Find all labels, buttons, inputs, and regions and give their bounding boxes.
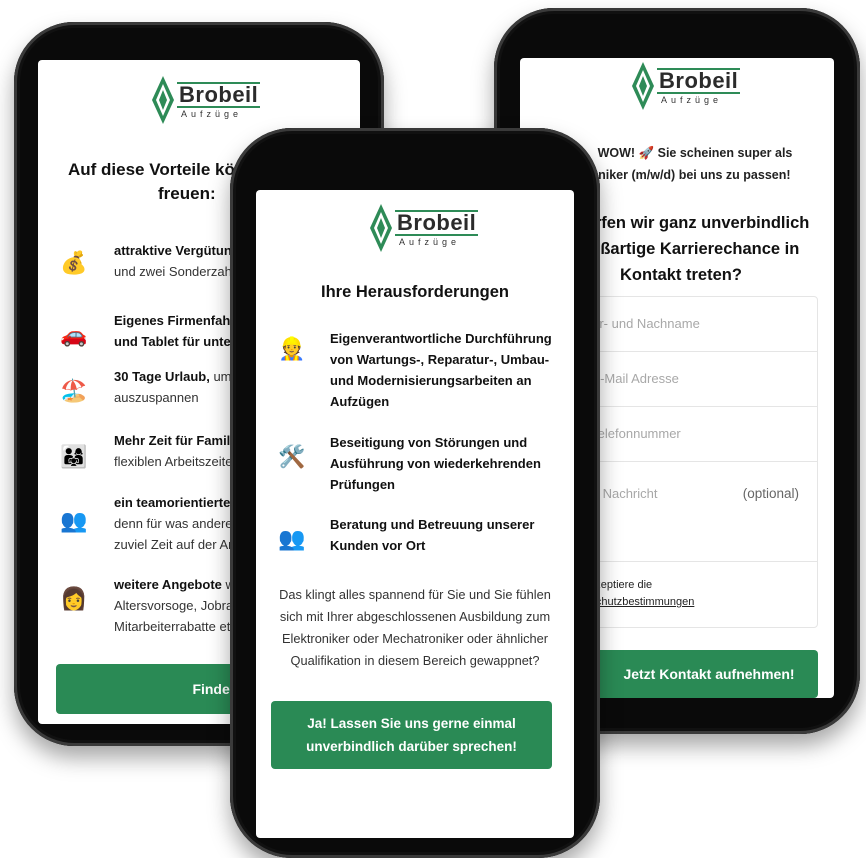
- intro-line-1: WOW! 🚀 Sie scheinen super als: [597, 146, 793, 160]
- benefit-4-text: flexiblen Arbeitszeiten: [114, 454, 240, 469]
- benefit-5-text: denn für was anderes: [114, 516, 240, 531]
- logo-diamond-icon: [370, 204, 392, 252]
- benefits-heading-line2: freuen:: [158, 184, 216, 203]
- benefit-5-bold: ein teamorientiertes: [114, 495, 238, 510]
- family-icon: 👨‍👩‍👧: [60, 444, 88, 469]
- beach-icon: 🏖️: [60, 378, 88, 403]
- challenge-3: Beratung und Betreuung unserer Kunden vo…: [330, 514, 570, 556]
- logo-diamond-icon: [632, 62, 654, 110]
- brand-logo: Brobeil Aufzüge: [150, 76, 261, 124]
- summary-line3: Elektroniker oder Mechatroniker oder ähn…: [281, 631, 549, 646]
- challenge-2-line3: Prüfungen: [330, 477, 395, 492]
- benefit-3-text: auszuspannen: [114, 390, 199, 405]
- challenge-3-line1: Beratung und Betreuung unserer: [330, 517, 535, 532]
- talk-cta-button[interactable]: Ja! Lassen Sie uns gerne einmal unverbin…: [271, 701, 552, 769]
- challenge-1: Eigenverantwortliche Durchführung von Wa…: [330, 328, 570, 412]
- contact-heading: n dürfen wir ganz unverbindlich e großar…: [560, 210, 834, 288]
- benefit-6-text: Altersvorsoge, Jobrad: [114, 598, 241, 613]
- challenge-2-line1: Beseitigung von Störungen und: [330, 435, 528, 450]
- benefit-3-bold: 30 Tage Urlaub,: [114, 369, 210, 384]
- busts-icon: 👥: [278, 526, 306, 551]
- contact-heading-line3: Kontakt treten?: [620, 266, 742, 284]
- benefit-6-text-b: Mitarbeiterrabatte etc: [114, 619, 237, 634]
- optional-label: (optional): [742, 486, 799, 501]
- logo-name: Brobeil: [177, 81, 261, 108]
- challenge-3-line2: Kunden vor Ort: [330, 538, 426, 553]
- logo-subtitle: Aufzüge: [399, 236, 461, 247]
- summary-line4: Qualifikation in diesem Bereich gewappne…: [290, 653, 540, 668]
- benefit-5-text-b: zuviel Zeit auf der Arb: [114, 537, 240, 552]
- logo-subtitle: Aufzüge: [181, 108, 243, 119]
- construction-worker-icon: 👷: [278, 336, 306, 361]
- talk-cta-line1: Ja! Lassen Sie uns gerne einmal: [307, 716, 516, 731]
- people-icon: 👥: [60, 508, 88, 533]
- challenge-1-line3: und Modernisierungsarbeiten an: [330, 373, 532, 388]
- benefit-1-text: und zwei Sonderzahl: [114, 264, 235, 279]
- benefit-1-bold: attraktive Vergütung,: [114, 243, 244, 258]
- logo-name: Brobeil: [395, 209, 479, 236]
- challenge-1-line4: Aufzügen: [330, 394, 390, 409]
- summary-line2: sich mit Ihrer abgeschlossenen Ausbildun…: [279, 609, 551, 624]
- center-phone: Brobeil Aufzüge Ihre Herausforderungen 👷…: [230, 128, 600, 858]
- challenge-1-line1: Eigenverantwortliche Durchführung: [330, 331, 552, 346]
- brand-logo-right: Brobeil Aufzüge: [630, 62, 741, 110]
- contact-submit-label: Jetzt Kontakt aufnehmen!: [623, 665, 795, 682]
- challenges-heading: Ihre Herausforderungen: [321, 283, 509, 301]
- woman-icon: 👩: [60, 586, 88, 611]
- car-icon: 🚗: [60, 322, 88, 347]
- benefits-heading-line1: Auf diese Vorteile könn: [68, 160, 256, 179]
- money-bag-icon: 💰: [60, 250, 88, 275]
- challenge-2: Beseitigung von Störungen und Ausführung…: [330, 432, 570, 495]
- benefit-6-bold: weitere Angebote: [114, 577, 222, 592]
- brand-logo-center: Brobeil Aufzüge: [368, 204, 479, 252]
- challenge-1-line2: von Wartungs-, Reparatur-, Umbau-: [330, 352, 550, 367]
- benefit-4-bold: Mehr Zeit für Familie: [114, 433, 242, 448]
- tools-icon: 🛠️: [278, 444, 306, 469]
- challenge-2-line2: Ausführung von wiederkehrenden: [330, 456, 541, 471]
- logo-diamond-icon: [152, 76, 174, 124]
- logo-subtitle: Aufzüge: [661, 94, 723, 105]
- summary-line1: Das klingt alles spannend für Sie und Si…: [279, 587, 551, 602]
- summary-paragraph: Das klingt alles spannend für Sie und Si…: [256, 584, 574, 672]
- center-phone-screen: Brobeil Aufzüge Ihre Herausforderungen 👷…: [256, 190, 574, 838]
- logo-name: Brobeil: [657, 67, 741, 94]
- benefit-2-bold: Eigenes Firmenfahrz: [114, 313, 242, 328]
- talk-cta-line2: unverbindlich darüber sprechen!: [306, 739, 517, 754]
- benefit-2-text: und Tablet für unterw: [114, 334, 246, 349]
